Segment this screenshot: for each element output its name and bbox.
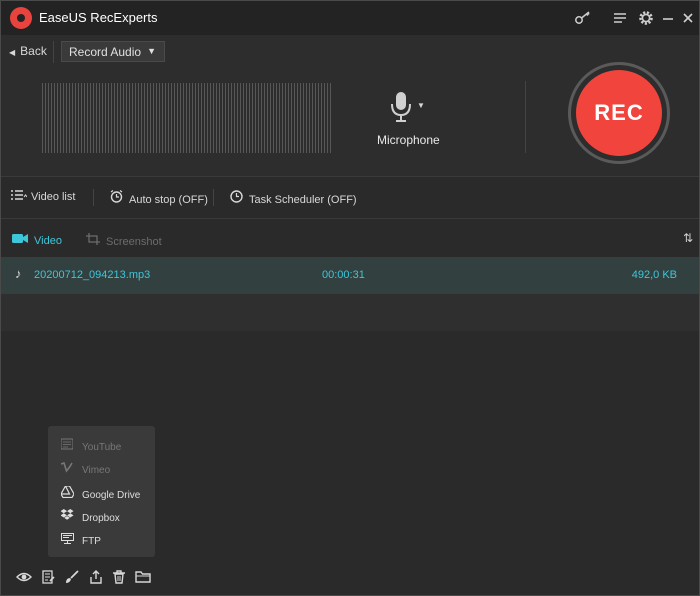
key-icon[interactable] [574,9,592,27]
record-mode-value: Record Audio [69,45,142,59]
youtube-icon [60,438,74,453]
mic-dropdown-icon[interactable]: ▼ [417,101,425,110]
share-vimeo[interactable]: Vimeo [60,461,111,480]
tab-video-label: Video [34,235,62,247]
microphone-icon[interactable] [390,91,412,123]
caret-down-icon: ▼ [147,46,156,56]
list-icon [11,190,28,203]
microphone-label: Microphone [377,133,440,147]
delete-icon[interactable] [111,569,127,585]
vimeo-icon [60,461,74,476]
app-window: EaseUS RecExperts ◀ Back Record Audio ▼ [0,0,700,596]
rec-button[interactable]: REC [576,70,662,156]
app-logo-icon [10,7,32,29]
sort-icon[interactable]: ⇅ [683,231,693,245]
auto-stop-button[interactable]: Auto stop (OFF) [109,190,208,206]
task-scheduler-label: Task Scheduler (OFF) [249,194,357,206]
crop-icon [86,233,100,248]
divider [213,189,214,206]
edit-icon[interactable] [40,569,56,585]
audio-waveform [42,83,332,153]
app-title: EaseUS RecExperts [39,10,158,25]
recorder-panel: ◀ Back Record Audio ▼ ▼ Microphone REC [1,35,699,177]
file-name: 20200712_094213.mp3 [34,269,151,281]
music-note-icon: ♪ [15,266,22,281]
share-youtube-label: YouTube [82,442,122,453]
brush-icon[interactable] [64,569,80,585]
ftp-icon [60,533,74,547]
share-ftp-label: FTP [82,536,101,547]
auto-stop-label: Auto stop (OFF) [129,194,208,206]
share-icon[interactable] [88,569,104,585]
divider [53,41,54,63]
share-dropbox-label: Dropbox [82,513,120,524]
preview-icon[interactable] [16,569,32,585]
clock-icon [229,190,243,206]
close-icon[interactable] [679,9,697,27]
share-ftp[interactable]: FTP [60,533,101,551]
video-camera-icon [12,233,28,247]
gear-icon[interactable] [637,9,655,27]
back-button[interactable]: ◀ Back [9,44,47,58]
share-google-drive[interactable]: Google Drive [59,485,141,504]
table-row[interactable]: ♪ 20200712_094213.mp3 00:00:31 492,0 KB [1,257,699,294]
share-dropbox[interactable]: Dropbox [60,509,120,527]
tab-screenshot-label: Screenshot [106,236,162,248]
file-duration: 00:00:31 [322,269,365,281]
list-toolbar: Video list Auto stop (OFF) Task Schedule… [1,177,699,219]
media-tabs: Video Screenshot ⇅ [1,219,699,257]
video-list-label: Video list [31,191,76,203]
tab-screenshot[interactable]: Screenshot [86,233,162,248]
file-size: 492,0 KB [631,269,677,281]
minimize-icon[interactable] [659,9,677,27]
share-vimeo-label: Vimeo [82,465,111,476]
share-youtube[interactable]: YouTube [60,438,121,456]
video-list-button[interactable]: Video list [11,190,75,203]
dropbox-icon [60,509,74,524]
divider [525,81,526,153]
divider [93,189,94,206]
record-mode-select[interactable]: Record Audio ▼ [61,41,165,62]
google-drive-icon [59,485,75,501]
tab-video[interactable]: Video [12,233,62,247]
back-arrow-icon: ◀ [9,48,16,57]
back-label: Back [20,44,47,58]
folder-icon[interactable] [135,569,151,585]
alarm-clock-icon [109,190,123,206]
share-google-drive-label: Google Drive [82,490,141,501]
title-bar: EaseUS RecExperts [1,1,699,35]
menu-icon[interactable] [611,9,629,27]
share-menu: YouTube Vimeo Google Drive Dropbox FTP [48,426,155,557]
task-scheduler-button[interactable]: Task Scheduler (OFF) [229,190,357,206]
table-row [1,294,699,331]
